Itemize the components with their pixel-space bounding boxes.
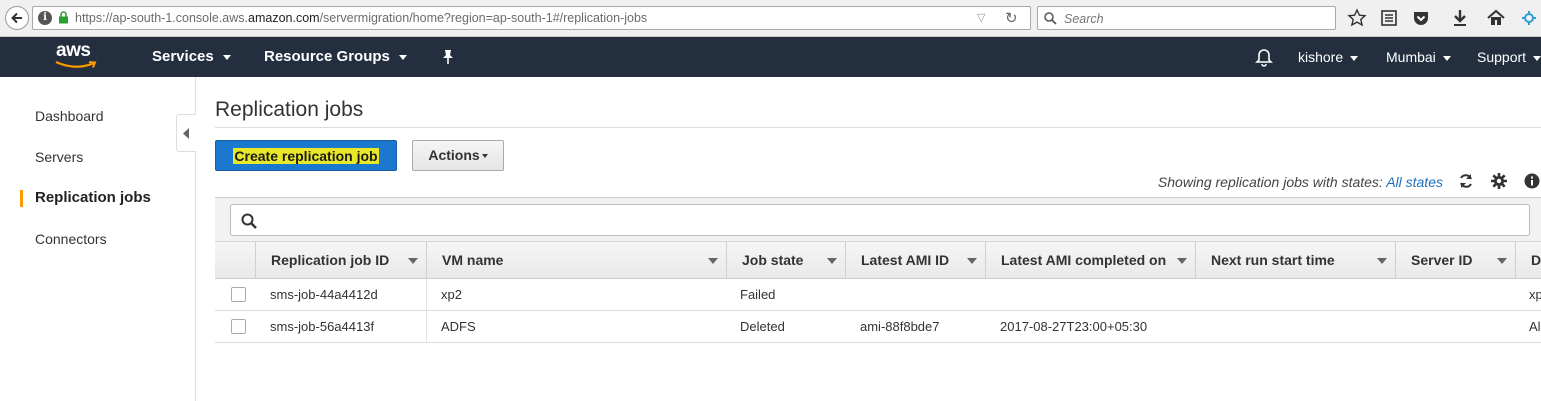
job-state-cell: Deleted: [740, 319, 785, 334]
column-header-latest-ami-completed[interactable]: Latest AMI completed on: [985, 242, 1195, 279]
sort-icon: [967, 258, 977, 264]
resource-groups-menu[interactable]: Resource Groups: [264, 48, 407, 65]
browser-toolbar: i https://ap-south-1.console.aws.amazon.…: [0, 0, 1541, 37]
job-id-cell: sms-job-44a4412d: [270, 287, 378, 302]
sort-icon: [1177, 258, 1187, 264]
sort-icon: [1497, 258, 1507, 264]
download-icon[interactable]: [1450, 8, 1470, 28]
back-button[interactable]: [5, 6, 29, 30]
search-icon: [241, 213, 257, 229]
pocket-icon[interactable]: [1411, 8, 1431, 28]
support-menu[interactable]: Support: [1477, 49, 1541, 65]
truncated-cell: xp: [1529, 287, 1541, 302]
collapse-sidebar-button[interactable]: [176, 114, 196, 152]
ami-completed-cell: 2017-08-27T23:00+05:30: [1000, 319, 1148, 334]
filter-bar: [215, 197, 1541, 241]
reload-icon[interactable]: ↻: [1005, 9, 1018, 27]
left-navigation: Dashboard Servers Replication jobs Conne…: [0, 77, 196, 401]
aws-smile-icon: [55, 60, 97, 68]
table-row[interactable]: sms-job-56a4413f ADFS Deleted ami-88f8bd…: [215, 311, 1541, 343]
all-states-link[interactable]: All states: [1386, 174, 1443, 190]
replication-jobs-table: Replication job ID VM name Job state Lat…: [215, 197, 1541, 346]
url-text: https://ap-south-1.console.aws.amazon.co…: [75, 11, 648, 25]
browser-search-input[interactable]: [1064, 10, 1324, 27]
aws-console-header: aws Services Resource Groups kishore Mum…: [0, 37, 1541, 77]
gear-icon[interactable]: [1491, 173, 1507, 189]
page-title: Replication jobs: [215, 98, 364, 121]
chevron-down-icon: [222, 54, 231, 60]
vm-name-cell: ADFS: [426, 311, 726, 342]
table-header: Replication job ID VM name Job state Lat…: [215, 241, 1541, 279]
refresh-icon[interactable]: [1458, 173, 1474, 189]
sidebar-item-dashboard[interactable]: Dashboard: [35, 108, 104, 124]
row-checkbox[interactable]: [231, 319, 246, 334]
aws-logo[interactable]: aws: [52, 39, 102, 73]
caret-left-icon: [183, 128, 189, 139]
active-item-marker: [20, 190, 23, 207]
sort-icon: [1377, 258, 1387, 264]
bell-icon[interactable]: [1255, 48, 1273, 67]
vm-name-cell: xp2: [426, 279, 726, 310]
sort-icon: [408, 258, 418, 264]
column-header-vm-name[interactable]: VM name: [426, 242, 726, 279]
job-id-cell: sms-job-56a4413f: [270, 319, 375, 334]
truncated-cell: Al: [1529, 319, 1541, 334]
home-icon[interactable]: [1486, 8, 1506, 28]
table-row[interactable]: sms-job-44a4412d xp2 Failed xp: [215, 279, 1541, 311]
bookmark-star-icon[interactable]: [1347, 8, 1367, 28]
column-header-server-id[interactable]: Server ID: [1395, 242, 1515, 279]
site-info-icon[interactable]: i: [38, 11, 52, 25]
create-replication-job-button[interactable]: Create replication job: [215, 140, 397, 171]
user-menu[interactable]: kishore: [1298, 49, 1359, 65]
address-bar[interactable]: i https://ap-south-1.console.aws.amazon.…: [32, 6, 1031, 30]
filter-search-input[interactable]: [230, 204, 1530, 236]
chevron-down-icon: [481, 154, 488, 159]
actions-button[interactable]: Actions: [412, 140, 504, 171]
search-icon: [1044, 12, 1057, 25]
sidebar-item-servers[interactable]: Servers: [35, 149, 83, 165]
reading-list-icon[interactable]: [1379, 8, 1399, 28]
chevron-down-icon: [1442, 55, 1451, 61]
state-filter-text: Showing replication jobs with states: Al…: [1157, 174, 1443, 190]
column-header-latest-ami-id[interactable]: Latest AMI ID: [845, 242, 985, 279]
row-checkbox[interactable]: [231, 287, 246, 302]
chevron-down-icon: [398, 54, 407, 60]
sort-icon: [708, 258, 718, 264]
url-dropdown-icon[interactable]: ▽: [977, 11, 985, 24]
sidebar-item-replication-jobs[interactable]: Replication jobs: [35, 189, 151, 206]
chevron-down-icon: [1533, 55, 1541, 61]
info-icon[interactable]: [1524, 173, 1540, 189]
extension-icon[interactable]: [1521, 8, 1541, 28]
column-header-job-id[interactable]: Replication job ID: [255, 242, 426, 279]
column-header-next-run[interactable]: Next run start time: [1195, 242, 1395, 279]
sort-icon: [827, 258, 837, 264]
pin-icon[interactable]: [441, 49, 455, 65]
chevron-down-icon: [1350, 55, 1359, 61]
region-menu[interactable]: Mumbai: [1386, 49, 1451, 65]
title-divider: [215, 127, 1541, 128]
ami-id-cell: ami-88f8bde7: [860, 319, 940, 334]
back-arrow-icon: [11, 12, 22, 24]
sidebar-item-connectors[interactable]: Connectors: [35, 231, 107, 247]
column-header-job-state[interactable]: Job state: [726, 242, 845, 279]
lock-icon: [59, 11, 68, 24]
services-menu[interactable]: Services: [152, 48, 231, 65]
job-state-cell: Failed: [740, 287, 776, 302]
column-header-truncated[interactable]: D: [1515, 242, 1541, 279]
browser-search-box[interactable]: [1037, 6, 1336, 30]
